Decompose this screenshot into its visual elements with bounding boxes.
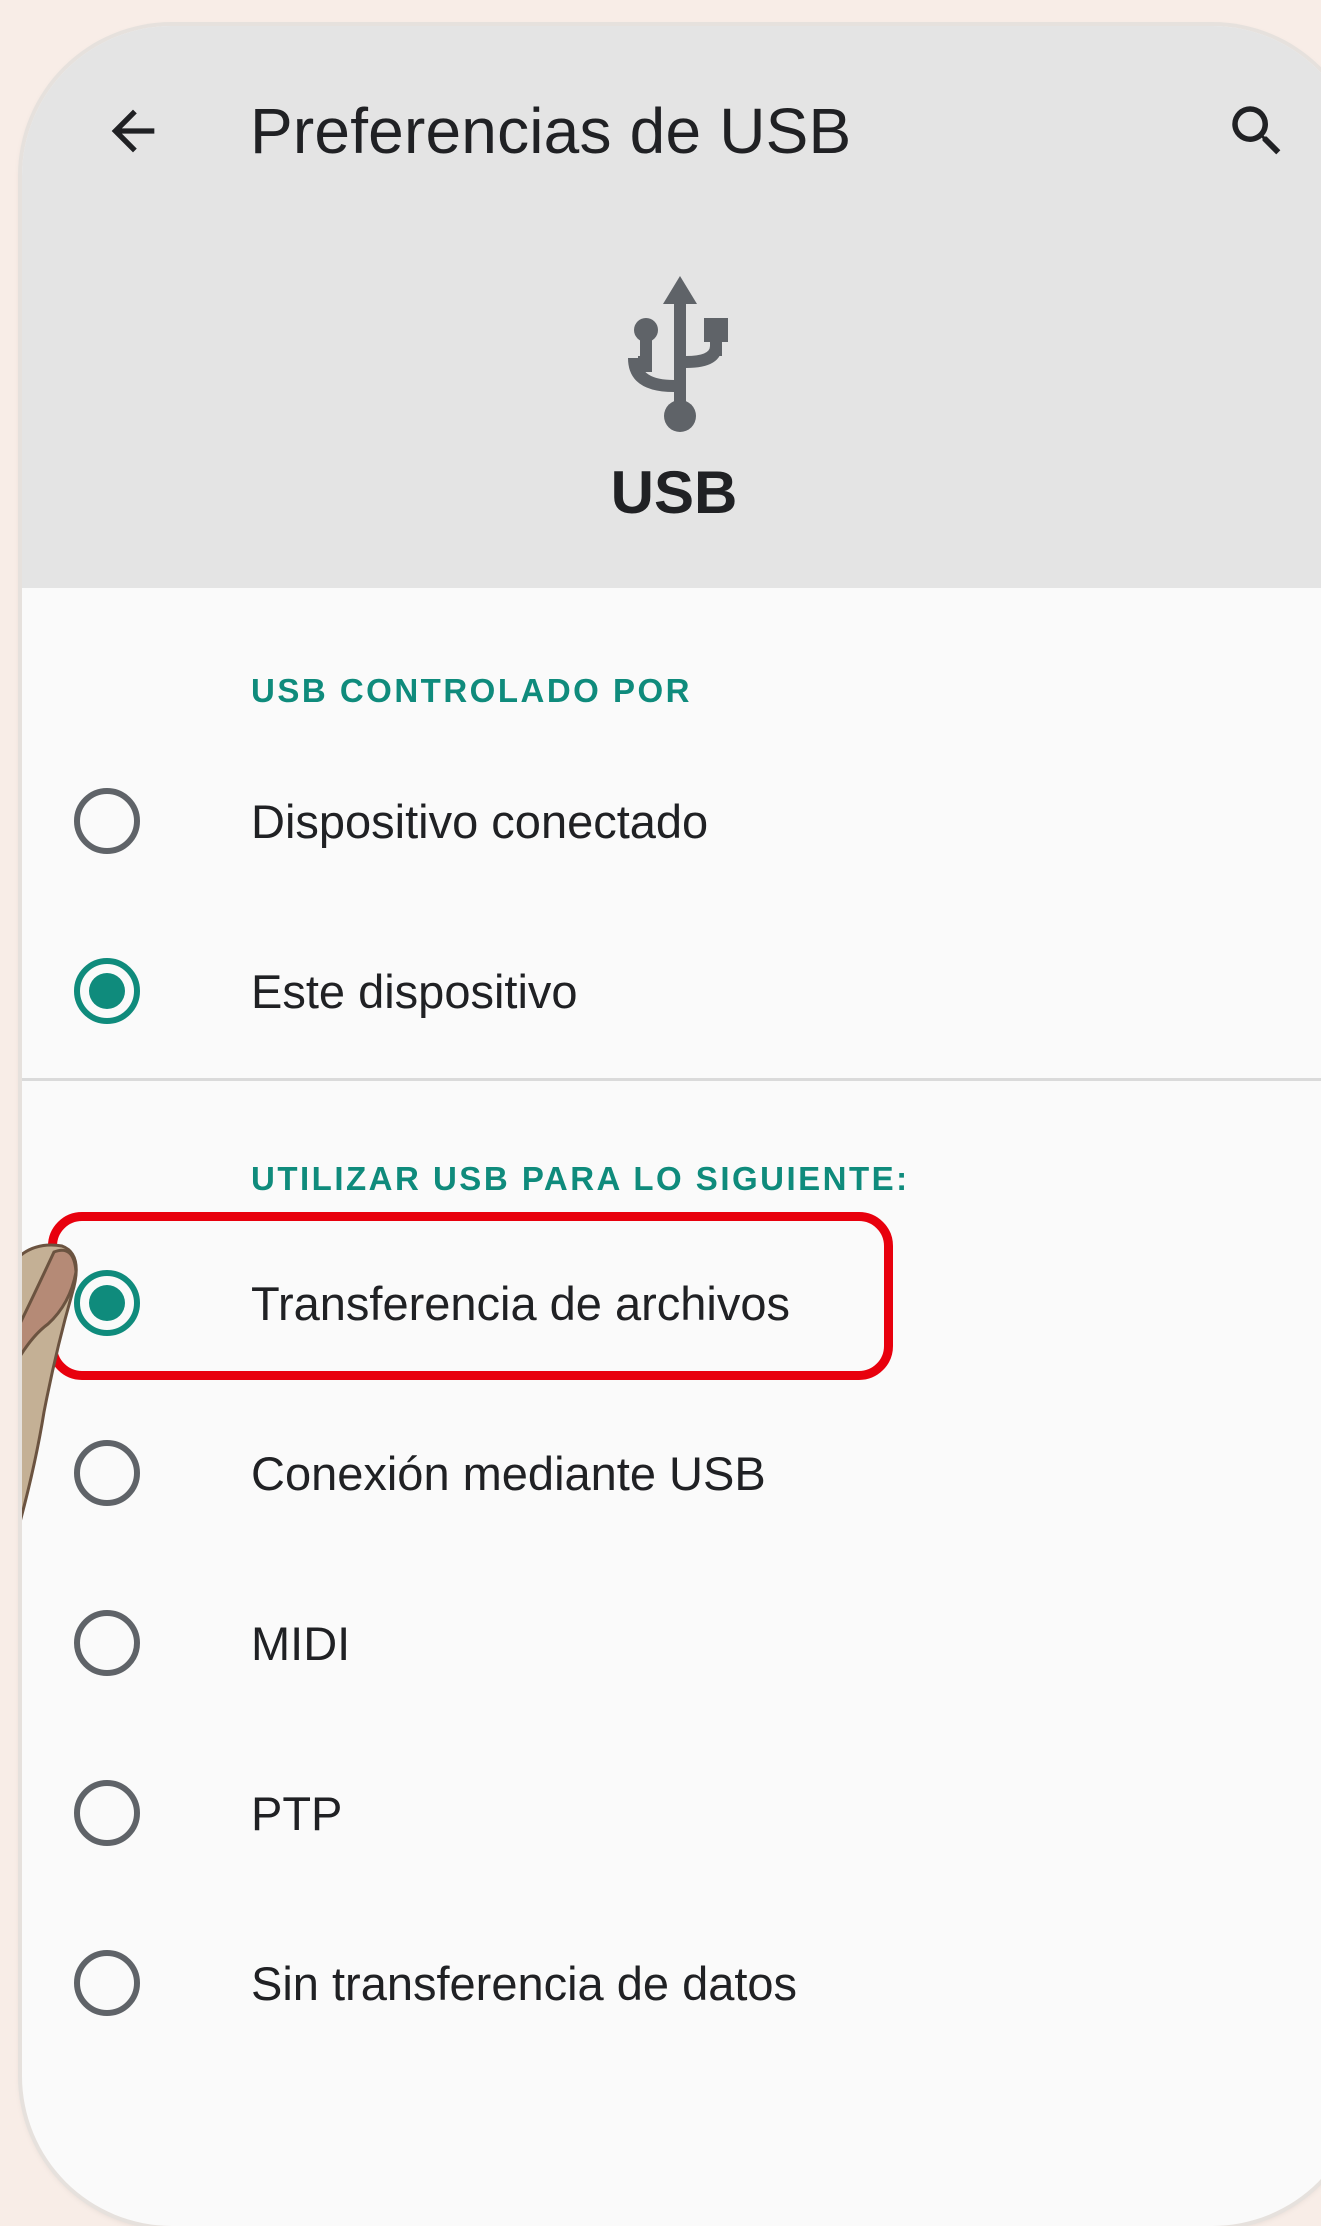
radio-button-checked[interactable]: [74, 1270, 140, 1336]
usb-label: USB: [610, 459, 738, 526]
section-header-usb-controlled-by: USB CONTROLADO POR: [251, 672, 692, 709]
radio-button[interactable]: [74, 1950, 140, 2016]
option-label: Transferencia de archivos: [251, 1277, 791, 1330]
option-this-device[interactable]: Este dispositivo: [22, 906, 1321, 1076]
option-label: Sin transferencia de datos: [251, 1957, 798, 2010]
option-midi[interactable]: MIDI: [22, 1558, 1321, 1728]
usb-icon: [628, 276, 728, 432]
radio-button-checked[interactable]: [74, 958, 140, 1024]
section-header-usb-use: UTILIZAR USB PARA LO SIGUIENTE:: [251, 1160, 910, 1197]
option-ptp[interactable]: PTP: [22, 1728, 1321, 1898]
option-label: Dispositivo conectado: [251, 795, 709, 848]
option-label: PTP: [251, 1787, 343, 1840]
phone-screen: Preferencias de USB USB USB CONTROLADO P…: [22, 26, 1321, 2226]
search-icon: [1232, 106, 1281, 155]
option-connected-device[interactable]: Dispositivo conectado: [22, 736, 1321, 906]
back-button[interactable]: [78, 76, 188, 186]
radio-button[interactable]: [74, 1610, 140, 1676]
search-button[interactable]: [1202, 76, 1312, 186]
option-no-data-transfer[interactable]: Sin transferencia de datos: [22, 1898, 1321, 2068]
radio-button[interactable]: [74, 1780, 140, 1846]
option-file-transfer[interactable]: Transferencia de archivos: [22, 1218, 1321, 1388]
arrow-back-icon: [111, 109, 155, 153]
option-label: MIDI: [251, 1617, 351, 1670]
option-label: Conexión mediante USB: [251, 1447, 766, 1500]
option-label: Este dispositivo: [251, 965, 578, 1018]
divider: [22, 1078, 1321, 1081]
app-bar: Preferencias de USB USB: [22, 26, 1321, 588]
radio-button[interactable]: [74, 788, 140, 854]
option-usb-tethering[interactable]: Conexión mediante USB: [22, 1388, 1321, 1558]
page-title: Preferencias de USB: [250, 95, 852, 167]
radio-button[interactable]: [74, 1440, 140, 1506]
